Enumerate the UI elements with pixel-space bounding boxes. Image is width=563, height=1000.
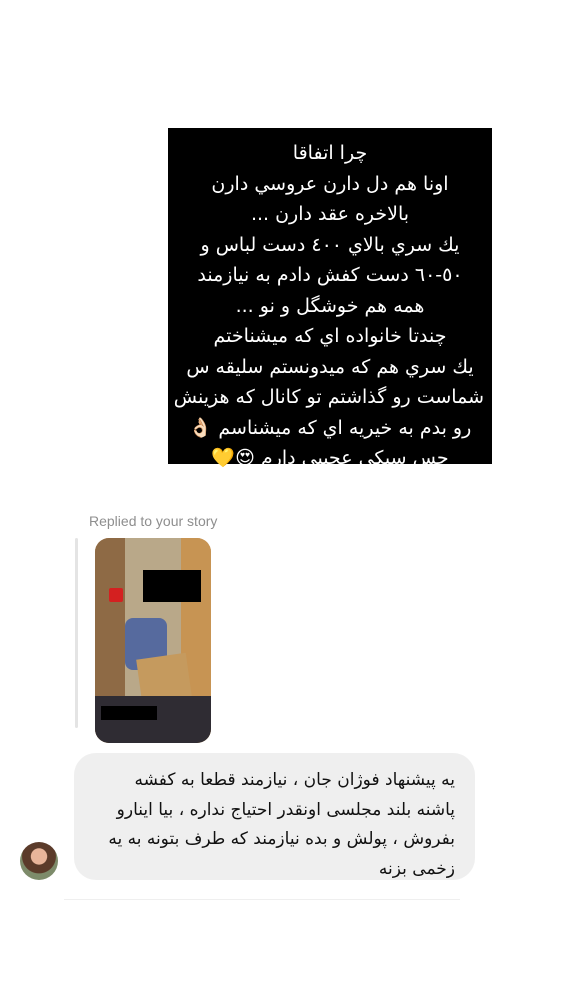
story-line: چندتا خانواده اي كه ميشناختم — [213, 325, 447, 347]
story-line: رو بدم به خيريه اي كه ميشناسم 👌🏻 — [188, 416, 472, 439]
story-line: اونا هم دل دارن عروسي دارن — [211, 172, 449, 195]
reply-indicator-bar — [75, 538, 78, 728]
story-line: ٥٠-٦٠ دست كفش دادم به نيازمند — [197, 264, 463, 286]
story-line: حس سبكي عجيبي دارم 😍💛 — [211, 447, 449, 469]
replied-to-story-label: Replied to your story — [89, 513, 218, 529]
story-line: بالاخره عقد دارن ... — [250, 203, 410, 225]
sender-avatar[interactable] — [20, 842, 58, 880]
story-line: شماست رو گذاشتم تو كانال كه هزينش — [173, 386, 484, 408]
message-bubble[interactable]: یه پیشنهاد فوژان جان ، نیازمند قطعا به ک… — [74, 753, 475, 880]
story-thumbnail-caption — [143, 570, 201, 602]
message-line: پاشنه بلند مجلسی اونقدر احتیاج نداره ، ب… — [116, 799, 455, 820]
story-thumbnail[interactable] — [95, 538, 211, 743]
story-thumbnail-caption — [101, 706, 157, 720]
story-line: چرا اتفاقا — [292, 142, 368, 164]
divider — [64, 899, 460, 900]
story-line: همه هم خوشگل و نو ... — [235, 294, 425, 317]
fire-alarm-icon — [109, 588, 123, 602]
message-line: زخمی بزنه — [378, 858, 455, 879]
story-line: يك سري هم كه ميدونستم سليقه س — [186, 355, 474, 378]
story-text-card: چرا اتفاقا اونا هم دل دارن عروسي دارن با… — [168, 128, 492, 469]
message-line: یه پیشنهاد فوژان جان ، نیازمند قطعا به ک… — [134, 770, 456, 790]
story-line: يك سري بالاي ٤٠٠ دست لباس و — [200, 233, 460, 256]
message-line: بفروش ، پولش و بده نیازمند که طرف بتونه … — [108, 829, 455, 849]
